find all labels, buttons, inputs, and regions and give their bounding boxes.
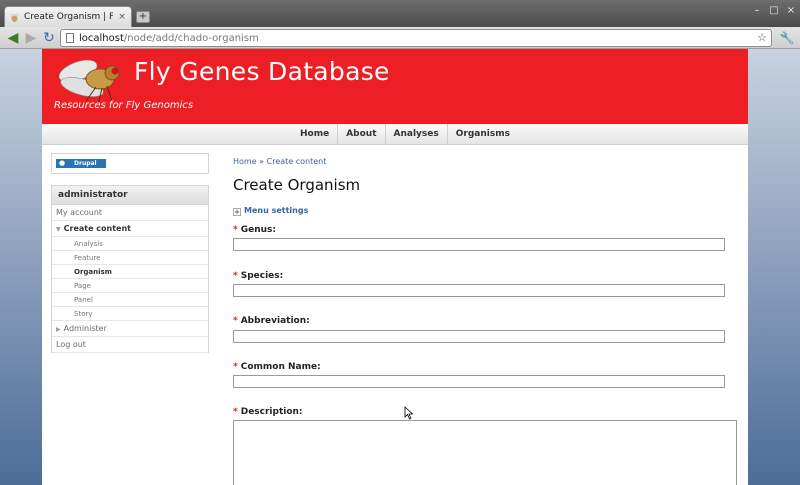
required-marker: * [233,362,238,372]
address-bar[interactable]: localhost/node/add/chado-organism ☆ [60,29,772,47]
window-titlebar: Create Organism | Fly... × + – □ × [0,0,800,27]
description-label: * Description: [233,407,303,417]
sidebar-item-page[interactable]: Page [52,279,208,293]
reload-icon[interactable]: ↻ [40,29,58,47]
description-textarea[interactable] [233,420,737,485]
sidebar-item-story[interactable]: Story [52,307,208,321]
nav-item-analyses[interactable]: Analyses [384,124,447,145]
menu-settings-label: Menu settings [244,206,309,215]
sidebar-item-feature[interactable]: Feature [52,251,208,265]
sidebar-item-label: Feature [74,254,101,262]
site-header: Fly Genes Database Resources for Fly Gen… [42,49,748,124]
breadcrumb-home[interactable]: Home [233,157,257,166]
powered-by-drupal[interactable]: ● Drupal [51,153,209,174]
nav-item-organisms[interactable]: Organisms [446,124,518,145]
species-input[interactable] [233,284,725,297]
drupal-drop-icon: ● [59,159,66,167]
common-name-label: * Common Name: [233,362,321,372]
breadcrumb-create-content[interactable]: Create content [267,157,327,166]
menu-settings-toggle[interactable]: + Menu settings [233,206,308,216]
required-marker: * [233,407,238,417]
sidebar-item-label: Analysis [74,240,103,248]
genus-label-text: Genus: [240,225,276,235]
sidebar-item-label: My account [56,208,103,217]
user-menu-block: administrator My account ▼ Create content A… [51,185,209,353]
genus-label: * Genus: [233,225,276,235]
sidebar-item-label: Log out [56,340,86,349]
sidebar-item-administer[interactable]: ▶ Administer [52,321,208,337]
sidebar-item-label: Panel [74,296,93,304]
url-path: /node/add/chado-organism [123,32,259,44]
sidebar-item-organism[interactable]: Organism [52,265,208,279]
url-host: localhost [79,32,124,44]
new-tab-button[interactable]: + [136,11,150,23]
abbreviation-label-text: Abbreviation: [240,316,310,326]
tab-close-icon[interactable]: × [117,12,127,22]
forward-icon[interactable]: ▶ [22,29,40,47]
expanded-arrow-icon: ▼ [56,226,61,233]
page-title: Create Organism [233,176,361,194]
mouse-cursor-icon [404,406,414,420]
minimize-icon[interactable]: – [750,4,764,18]
breadcrumb: Home » Create content [233,157,326,166]
browser-toolbar: ◀ ▶ ↻ localhost/node/add/chado-organism … [0,27,800,49]
expand-plus-icon: + [233,208,241,216]
desktop-background-right [748,49,800,485]
description-label-text: Description: [240,407,303,417]
sidebar-item-label: Organism [74,268,112,276]
back-icon[interactable]: ◀ [4,29,22,47]
nav-item-about[interactable]: About [337,124,384,145]
nav-item-home[interactable]: Home [292,124,337,145]
collapsed-arrow-icon: ▶ [56,326,61,333]
window-close-icon[interactable]: × [784,4,798,18]
species-label-text: Species: [240,271,284,281]
sidebar-item-analysis[interactable]: Analysis [52,237,208,251]
sidebar-item-label: Create content [63,224,132,233]
abbreviation-label: * Abbreviation: [233,316,310,326]
user-block-title: administrator [52,186,208,205]
species-label: * Species: [233,271,283,281]
sidebar-item-log-out[interactable]: Log out [52,337,208,353]
primary-nav: Home About Analyses Organisms [42,124,748,145]
required-marker: * [233,225,238,235]
common-name-label-text: Common Name: [240,362,321,372]
tab-title: Create Organism | Fly... [24,12,113,22]
fly-favicon-icon [9,13,20,22]
sidebar-item-label: Administer [63,324,107,333]
breadcrumb-separator: » [259,157,265,166]
bookmark-star-icon[interactable]: ☆ [757,31,767,44]
site-name[interactable]: Fly Genes Database [134,57,390,86]
page-icon [66,33,74,43]
sidebar-item-label: Page [74,282,91,290]
sidebar-item-label: Story [74,310,93,318]
sidebar-item-my-account[interactable]: My account [52,205,208,221]
required-marker: * [233,271,238,281]
drupal-label: Drupal [74,160,97,167]
sidebar-item-create-content[interactable]: ▼ Create content [52,221,208,237]
maximize-icon[interactable]: □ [767,4,781,18]
required-marker: * [233,316,238,326]
site-slogan: Resources for Fly Genomics [54,100,194,111]
genus-input[interactable] [233,238,725,251]
sidebar-item-panel[interactable]: Panel [52,293,208,307]
desktop-background-left [0,49,42,485]
common-name-input[interactable] [233,375,725,388]
drupal-badge[interactable]: ● Drupal [56,159,106,168]
web-page: Fly Genes Database Resources for Fly Gen… [42,49,748,485]
abbreviation-input[interactable] [233,330,725,343]
browser-tab[interactable]: Create Organism | Fly... × [4,6,132,27]
wrench-menu-icon[interactable]: 🔧 [779,30,795,46]
